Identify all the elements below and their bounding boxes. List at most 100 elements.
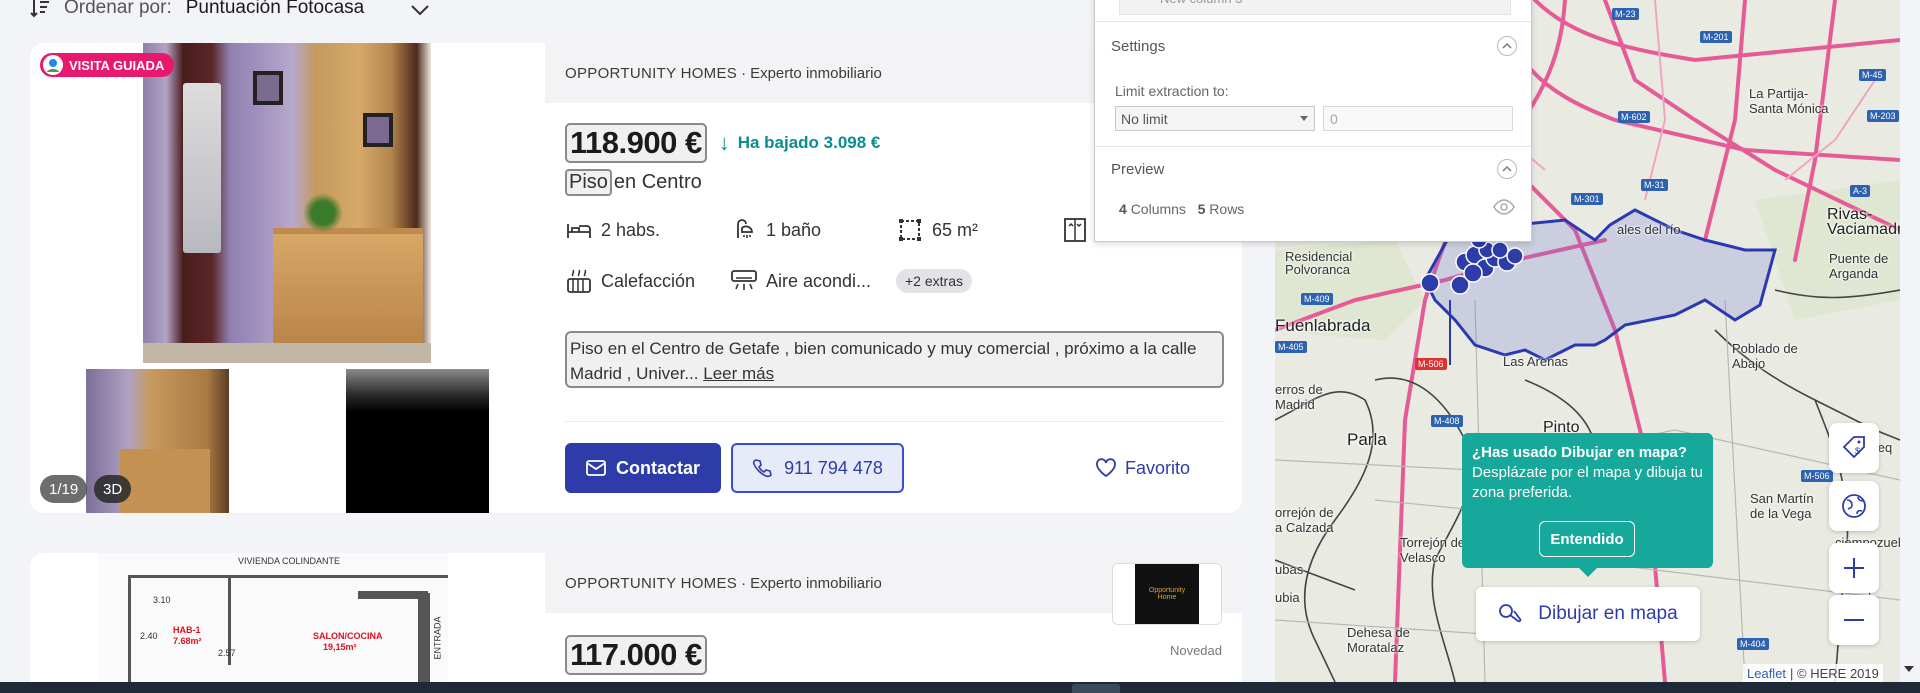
chevron-down-icon[interactable] xyxy=(410,1,430,16)
price-row: 118.900 € ↓ Ha bajado 3.098 € xyxy=(565,123,880,163)
feature-ac: Aire acondi... xyxy=(730,267,896,295)
agency-separator: · xyxy=(741,574,747,592)
heart-icon xyxy=(1096,458,1116,478)
floor-plan-photo[interactable]: VIVIENDA COLINDANTE 3.10 2.40 HAB-1 7.68… xyxy=(98,553,448,693)
map-label: ubas xyxy=(1275,562,1304,577)
agency-name[interactable]: OPPORTUNITY HOMES xyxy=(565,65,737,82)
agency-logo-image: Opportunity Home xyxy=(1135,564,1199,624)
collapse-icon[interactable] xyxy=(1497,36,1517,56)
eye-icon[interactable] xyxy=(1493,199,1515,218)
elevator-icon xyxy=(1064,218,1086,242)
map-label: Torrejón de Velasco xyxy=(1400,535,1466,565)
plan-label: 19,15m² xyxy=(323,642,357,652)
draw-on-map-button[interactable]: Dibujar en mapa xyxy=(1476,587,1700,641)
draw-icon xyxy=(1499,604,1522,623)
map-label: erros de Madrid xyxy=(1275,382,1323,412)
map-label: La Partija- Santa Mónica xyxy=(1749,86,1829,116)
map-attribution: Leaflet | © HERE 2019 xyxy=(1743,664,1883,682)
tooltip-title: ¿Has usado Dibujar en mapa? xyxy=(1472,444,1688,461)
listing-card[interactable]: VIVIENDA COLINDANTE 3.10 2.40 HAB-1 7.68… xyxy=(30,553,1242,693)
plan-label: ENTRADA xyxy=(432,616,443,660)
agency-name[interactable]: OPPORTUNITY HOMES xyxy=(565,575,737,592)
guided-visit-label: VISITA GUIADA xyxy=(69,57,165,73)
road-shield: M-506 xyxy=(1415,358,1447,370)
zoom-in-button[interactable] xyxy=(1829,543,1879,593)
agency-logo[interactable]: Opportunity Home xyxy=(1112,563,1222,625)
road-shield: M-408 xyxy=(1431,415,1463,427)
caret-down-icon xyxy=(1300,116,1308,121)
road-shield: M-602 xyxy=(1618,111,1650,123)
settings-title: Settings xyxy=(1111,38,1166,55)
preview-stats: 4 Columns 5 Rows xyxy=(1119,201,1245,217)
feature-heating: Calefacción xyxy=(565,267,730,295)
phone-button[interactable]: 911 794 478 xyxy=(731,443,904,493)
listing-title[interactable]: Piso en Centro xyxy=(565,169,702,196)
heating-icon xyxy=(567,269,591,293)
tooltip-ok-button[interactable]: Entendido xyxy=(1539,521,1635,557)
road-shield: M-405 xyxy=(1275,341,1307,353)
map-label: Poblado de Abajo xyxy=(1732,341,1798,371)
map-label: ales del río xyxy=(1617,222,1681,237)
photo-gallery[interactable]: VISITA GUIADA 1/19 3D xyxy=(30,43,545,513)
description-text: Piso en el Centro de Getafe , bien comun… xyxy=(570,339,1197,383)
road-shield: M-23 xyxy=(1612,8,1639,20)
road-shield: M-203 xyxy=(1867,110,1899,122)
price-drop: ↓ Ha bajado 3.098 € xyxy=(719,130,881,156)
road-shield: M-45 xyxy=(1859,69,1886,81)
main-photo[interactable] xyxy=(143,43,431,363)
tooltip-body: Desplázate por el mapa y dibuja tu zona … xyxy=(1472,464,1703,501)
taskbar xyxy=(0,682,1920,693)
limit-label: Limit extraction to: xyxy=(1115,83,1229,99)
map-label: Polvoranca xyxy=(1285,262,1351,277)
read-more-link[interactable]: Leer más xyxy=(703,364,774,383)
tour-3d-badge[interactable]: 3D xyxy=(94,475,132,503)
features-row: 2 habs. 1 baño 65 m² xyxy=(565,216,1089,244)
zoom-out-button[interactable] xyxy=(1829,595,1879,645)
sort-icon xyxy=(28,0,54,20)
taskbar-item[interactable] xyxy=(1072,684,1120,693)
plan-label: VIVIENDA COLINDANTE xyxy=(238,556,341,566)
feature-elevator xyxy=(1061,216,1089,244)
plan-label: 2.40 xyxy=(140,631,158,641)
road-shield: M-201 xyxy=(1700,31,1732,43)
plus-icon xyxy=(1844,558,1864,578)
phone-icon xyxy=(752,459,772,478)
price-tag-icon: $ xyxy=(1842,436,1865,459)
map-label: San Martín de la Vega xyxy=(1750,491,1814,521)
draw-map-tooltip: ¿Has usado Dibujar en mapa? Desplázate p… xyxy=(1462,433,1713,577)
limit-number-input[interactable]: 0 xyxy=(1323,106,1513,131)
divider xyxy=(565,421,1225,422)
plan-label: SALON/COCINA xyxy=(313,631,383,641)
new-column-item[interactable]: New column 3 xyxy=(1119,0,1511,15)
price: 117.000 € xyxy=(565,635,707,675)
map-label: ubia xyxy=(1275,590,1300,605)
agency-type: Experto inmobiliario xyxy=(750,64,882,82)
guided-visit-icon xyxy=(43,55,63,75)
thumbnail-photo[interactable] xyxy=(346,369,489,513)
contact-button[interactable]: Contactar xyxy=(565,443,721,493)
feature-rooms: 2 habs. xyxy=(565,216,730,244)
limit-select[interactable]: No limit xyxy=(1115,106,1315,131)
map-label: Rivas- Vaciamadrid xyxy=(1827,206,1900,238)
favorite-button[interactable]: Favorito xyxy=(1095,443,1190,493)
price-row: 117.000 € xyxy=(565,635,707,675)
listing-card[interactable]: VISITA GUIADA 1/19 3D OPPORTUNITY HOMES … xyxy=(30,43,1242,513)
scroll-down-icon[interactable] xyxy=(1904,666,1914,672)
plan-label: 2.57 xyxy=(218,648,236,658)
leaflet-link[interactable]: Leaflet xyxy=(1747,666,1786,681)
price-drop-text: Ha bajado 3.098 € xyxy=(737,133,881,152)
globe-button[interactable] xyxy=(1829,481,1879,531)
map-label: Fuenlabrada xyxy=(1275,316,1371,335)
collapse-icon[interactable] xyxy=(1497,159,1517,179)
extras-badge[interactable]: +2 extras xyxy=(896,269,972,293)
price-tag-button[interactable]: $ xyxy=(1829,423,1879,473)
extraction-panel: New column 3 Settings Limit extraction t… xyxy=(1094,0,1532,242)
preview-title: Preview xyxy=(1111,161,1165,178)
property-location: en Centro xyxy=(613,171,702,193)
ac-icon xyxy=(731,270,757,290)
road-shield: M-506 xyxy=(1801,470,1833,482)
map-label: Las Arenas xyxy=(1503,354,1569,369)
sort-value[interactable]: Puntuación Fotocasa xyxy=(186,0,365,19)
sort-bar[interactable]: Ordenar por: Puntuación Fotocasa xyxy=(28,0,430,22)
shower-icon xyxy=(737,219,753,238)
